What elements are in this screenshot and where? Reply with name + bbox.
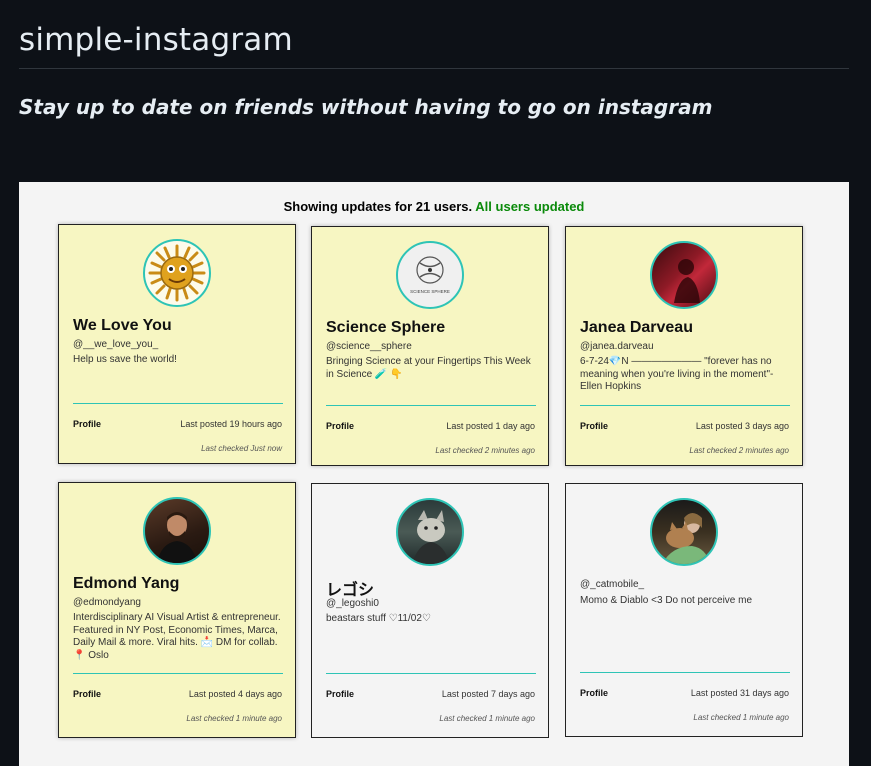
last-checked: Last checked 1 minute ago (693, 713, 789, 722)
avatar (143, 239, 211, 307)
last-posted: Last posted 31 days ago (690, 688, 789, 698)
last-posted: Last posted 4 days ago (188, 689, 282, 699)
last-checked: Last checked 1 minute ago (186, 714, 282, 723)
card-divider (73, 403, 283, 404)
user-handle: @edmondyang (73, 597, 141, 608)
anime-wolf-icon (412, 510, 450, 564)
user-handle: @_legoshi0 (326, 598, 379, 609)
user-bio: Help us save the world! (73, 354, 177, 365)
user-card: レゴシ @_legoshi0 beastars stuff ♡11/02♡ Pr… (311, 483, 549, 738)
user-bio: 6-7-24💎N ——————— "forever has no meaning… (580, 356, 774, 392)
last-posted: Last posted 7 days ago (441, 689, 535, 699)
updates-panel: Showing updates for 21 users. All users … (19, 182, 849, 766)
last-checked: Last checked Just now (201, 444, 282, 453)
profile-link[interactable]: Profile (73, 419, 101, 429)
user-bio: Interdisciplinary AI Visual Artist & ent… (73, 612, 281, 661)
avatar (650, 498, 718, 566)
user-name: Science Sphere (326, 319, 446, 336)
profile-link[interactable]: Profile (326, 421, 354, 431)
user-card: @_catmobile_ Momo & Diablo <3 Do not per… (565, 483, 803, 737)
person-photo-icon (674, 259, 700, 303)
person-photo-icon (157, 512, 197, 563)
profile-link[interactable]: Profile (580, 688, 608, 698)
user-bio: Bringing Science at your Fingertips This… (326, 356, 531, 380)
profile-link[interactable]: Profile (326, 689, 354, 699)
user-name: We Love You (73, 317, 172, 334)
avatar: SCIENCE SPHERE (396, 241, 464, 309)
user-card: Janea Darveau @janea.darveau 6-7-24💎N ——… (565, 226, 803, 466)
card-divider (580, 405, 790, 406)
user-card: Edmond Yang @edmondyang Interdisciplinar… (58, 482, 296, 738)
user-handle: @_catmobile_ (580, 579, 645, 590)
card-divider (73, 673, 283, 674)
page-subtitle: Stay up to date on friends without havin… (19, 95, 713, 119)
user-name: Janea Darveau (580, 319, 693, 336)
user-handle: @__we_love_you_ (73, 339, 159, 350)
user-handle: @science__sphere (326, 341, 412, 352)
avatar (650, 241, 718, 309)
user-name: レゴシ (326, 582, 375, 599)
user-card: We Love You @__we_love_you_ Help us save… (58, 224, 296, 464)
user-bio: Momo & Diablo <3 Do not perceive me (580, 595, 753, 606)
avatar (143, 497, 211, 565)
last-posted: Last posted 19 hours ago (180, 419, 282, 429)
card-divider (580, 672, 790, 673)
user-handle: @janea.darveau (580, 341, 654, 352)
title-divider (19, 68, 849, 69)
status-line: Showing updates for 21 users. All users … (19, 199, 849, 214)
user-card: SCIENCE SPHERE Science Sphere @science__… (311, 226, 549, 466)
logo-text: SCIENCE SPHERE (410, 289, 450, 294)
user-bio: beastars stuff ♡11/02♡ (326, 613, 431, 624)
last-posted: Last posted 3 days ago (695, 421, 789, 431)
avatar (396, 498, 464, 566)
sun-avatar-icon (148, 244, 206, 302)
science-sphere-logo-icon: SCIENCE SPHERE (410, 256, 450, 294)
profile-link[interactable]: Profile (580, 421, 608, 431)
user-name: Edmond Yang (73, 575, 180, 592)
profile-link[interactable]: Profile (73, 689, 101, 699)
card-divider (326, 405, 536, 406)
last-checked: Last checked 2 minutes ago (689, 446, 789, 455)
last-posted: Last posted 1 day ago (446, 421, 535, 431)
card-divider (326, 673, 536, 674)
status-updated: All users updated (475, 199, 585, 214)
status-text: Showing updates for 21 users. (283, 199, 473, 214)
page-title: simple-instagram (19, 22, 293, 58)
last-checked: Last checked 1 minute ago (439, 714, 535, 723)
last-checked: Last checked 2 minutes ago (435, 446, 535, 455)
person-with-cat-icon (662, 513, 710, 564)
